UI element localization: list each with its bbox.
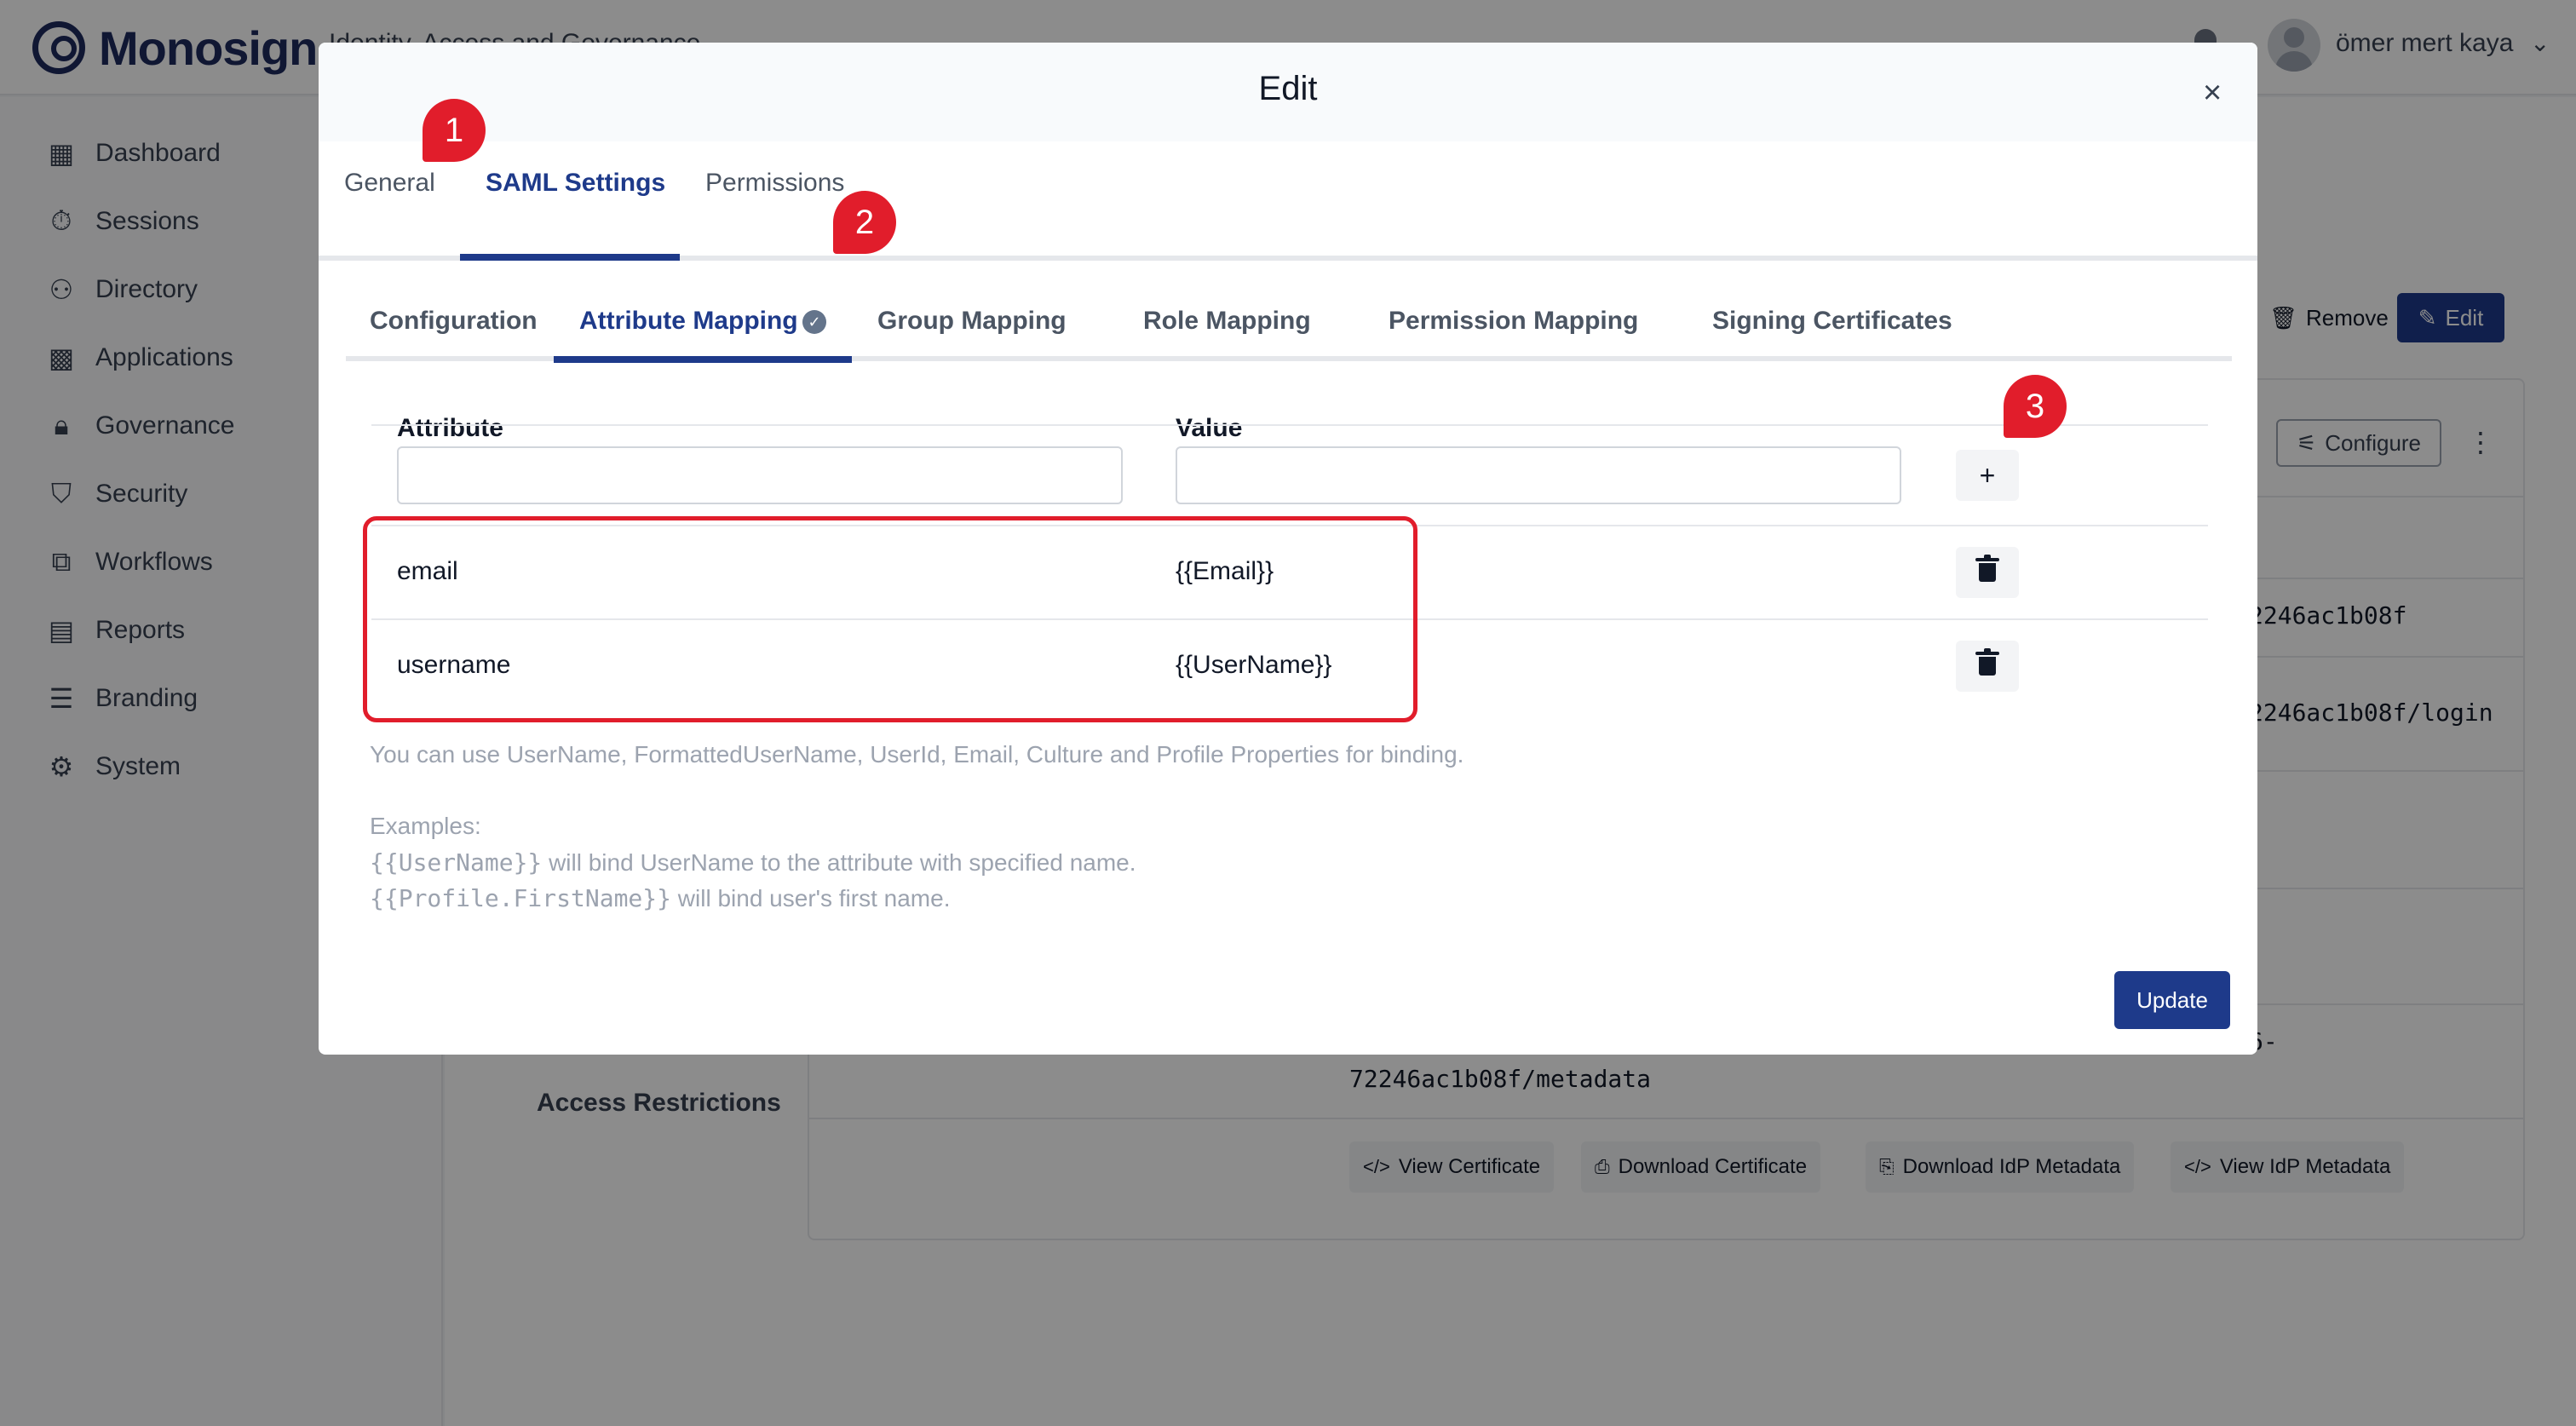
example-text: will bind user's first name.: [671, 885, 951, 911]
trash-icon: [1975, 555, 1999, 582]
example-line-1: {{UserName}} will bind UserName to the a…: [370, 848, 1136, 877]
close-icon[interactable]: ×: [2203, 75, 2222, 112]
annotation-badge-1: 1: [423, 99, 486, 162]
badge-number: 1: [444, 111, 464, 149]
modal-title: Edit: [1258, 70, 1318, 107]
badge-number: 3: [2025, 387, 2045, 425]
annotation-badge-2: 2: [833, 191, 896, 254]
annotation-highlight-box: [363, 516, 1417, 722]
example-code: {{Profile.FirstName}}: [370, 884, 672, 912]
active-subtab-indicator: [554, 356, 852, 363]
header-divider: [371, 424, 2208, 426]
subtab-permission-mapping[interactable]: Permission Mapping: [1389, 307, 1638, 336]
tab-general[interactable]: General: [344, 169, 435, 198]
modal-header: Edit ×: [319, 43, 2257, 141]
example-line-2: {{Profile.FirstName}} will bind user's f…: [370, 884, 950, 912]
subtab-configuration[interactable]: Configuration: [370, 307, 538, 336]
subtab-group-mapping[interactable]: Group Mapping: [877, 307, 1067, 336]
update-button[interactable]: Update: [2114, 971, 2230, 1029]
new-value-input[interactable]: [1176, 446, 1901, 504]
examples-label: Examples:: [370, 813, 481, 839]
delete-mapping-button[interactable]: [1956, 641, 2019, 692]
active-tab-indicator: [460, 254, 680, 261]
plus-icon: +: [1979, 459, 1996, 491]
example-text: will bind UserName to the attribute with…: [542, 849, 1136, 876]
delete-mapping-button[interactable]: [1956, 547, 2019, 598]
column-header-value: Value: [1176, 414, 1243, 442]
trash-icon: [1975, 648, 1999, 676]
tab-permissions[interactable]: Permissions: [705, 169, 844, 198]
subtab-role-mapping[interactable]: Role Mapping: [1143, 307, 1311, 336]
add-mapping-button[interactable]: +: [1956, 450, 2019, 501]
column-header-attribute: Attribute: [397, 414, 503, 442]
subtab-attribute-mapping[interactable]: Attribute Mapping: [579, 307, 798, 336]
check-circle-icon: ✓: [802, 310, 826, 334]
badge-number: 2: [854, 203, 875, 241]
example-code: {{UserName}}: [370, 848, 543, 877]
annotation-badge-3: 3: [2004, 375, 2067, 438]
new-attribute-input[interactable]: [397, 446, 1123, 504]
binding-hint: You can use UserName, FormattedUserName,…: [370, 741, 1464, 768]
tab-saml-settings[interactable]: SAML Settings: [486, 169, 665, 198]
subtab-signing-certificates[interactable]: Signing Certificates: [1712, 307, 1952, 336]
